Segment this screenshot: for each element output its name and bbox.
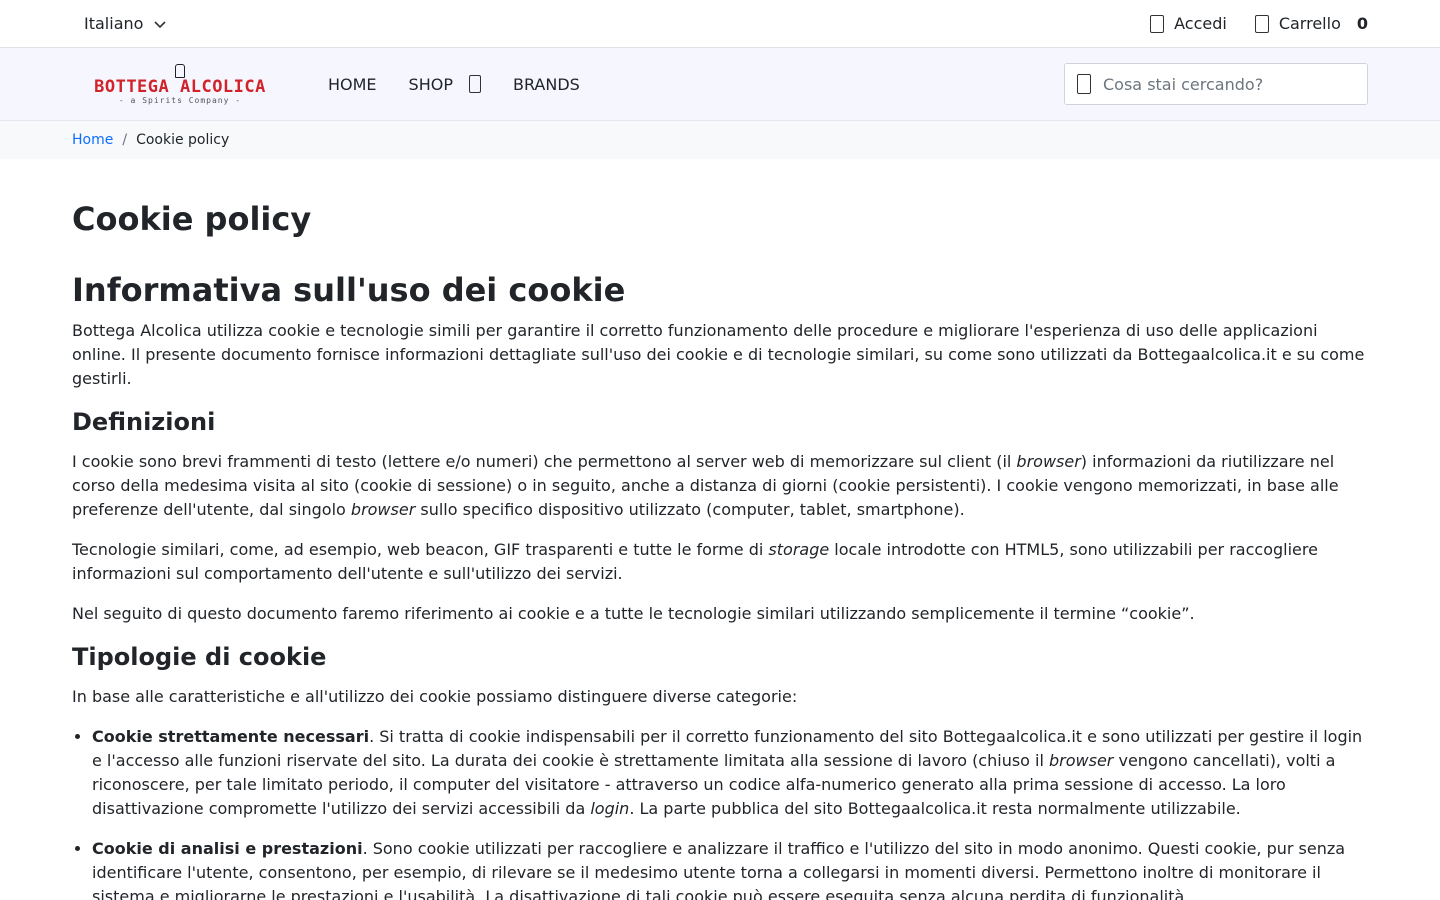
list-item: Cookie di analisi e prestazioni. Sono co… bbox=[92, 837, 1368, 900]
nav-brands[interactable]: BRANDS bbox=[513, 75, 580, 94]
em-text: browser bbox=[1049, 751, 1114, 770]
brand-logo[interactable]: BOTTEGA ALCOLICA - a Spirits Company - bbox=[72, 59, 288, 109]
search-box bbox=[1064, 63, 1368, 105]
nav-home[interactable]: HOME bbox=[328, 75, 377, 94]
login-label: Accedi bbox=[1174, 14, 1227, 33]
login-link[interactable]: Accedi bbox=[1150, 14, 1227, 33]
cookie-types-heading: Tipologie di cookie bbox=[72, 643, 327, 671]
text-run: Tecnologie similari, come, ad esempio, w… bbox=[72, 540, 769, 559]
nav-shop[interactable]: SHOP bbox=[409, 75, 481, 94]
breadcrumb-home[interactable]: Home bbox=[72, 132, 113, 148]
list-item: Cookie strettamente necessari. Si tratta… bbox=[92, 725, 1368, 821]
nav-shop-label: SHOP bbox=[408, 74, 453, 94]
section-heading: Informativa sull'uso dei cookie bbox=[72, 271, 626, 309]
definitions-paragraph-3: Nel seguito di questo documento faremo r… bbox=[72, 604, 1195, 623]
logo-emblem bbox=[175, 63, 185, 78]
cart-label: Carrello bbox=[1278, 14, 1341, 33]
logo-tagline: - a Spirits Company - bbox=[118, 95, 242, 105]
cart-link[interactable]: Carrello 0 bbox=[1254, 14, 1368, 33]
definitions-paragraph-2: Tecnologie similari, come, ad esempio, w… bbox=[72, 538, 1368, 586]
breadcrumb-separator: / bbox=[122, 132, 128, 148]
main-navbar: BOTTEGA ALCOLICA - a Spirits Company - H… bbox=[0, 48, 1440, 121]
language-label: Italiano bbox=[84, 14, 144, 33]
cookie-types-intro: In base alle caratteristiche e all'utili… bbox=[72, 687, 798, 706]
em-text: browser bbox=[1016, 452, 1081, 471]
cookie-types-list: Cookie strettamente necessari. Si tratta… bbox=[72, 725, 1368, 900]
list-item-title: Cookie di analisi e prestazioni bbox=[92, 839, 363, 858]
cart-count: 0 bbox=[1356, 14, 1368, 33]
definitions-heading: Definizioni bbox=[72, 408, 216, 436]
intro-paragraph: Bottega Alcolica utilizza cookie e tecno… bbox=[72, 321, 1365, 388]
text-run: sullo specifico dispositivo utilizzato (… bbox=[415, 500, 965, 519]
bottle-figure-icon bbox=[175, 63, 185, 78]
breadcrumb: Home / Cookie policy bbox=[0, 121, 1440, 159]
em-text: storage bbox=[768, 540, 830, 559]
chevron-down-icon bbox=[154, 20, 166, 28]
top-bar: Italiano Accedi Carrello 0 bbox=[0, 0, 1440, 48]
logo-wordmark: BOTTEGA ALCOLICA bbox=[94, 76, 266, 97]
account-links: Accedi Carrello 0 bbox=[1150, 14, 1368, 33]
list-item-title: Cookie strettamente necessari bbox=[92, 727, 370, 746]
definitions-paragraph-1: I cookie sono brevi frammenti di testo (… bbox=[72, 450, 1368, 522]
user-icon bbox=[1150, 14, 1165, 33]
page-title: Cookie policy bbox=[72, 200, 312, 238]
cart-icon bbox=[1254, 14, 1269, 33]
text-run: I cookie sono brevi frammenti di testo (… bbox=[72, 452, 1017, 471]
text-run: . La parte pubblica del sito Bottegaalco… bbox=[629, 799, 1241, 818]
breadcrumb-current: Cookie policy bbox=[136, 132, 230, 148]
language-selector[interactable]: Italiano bbox=[84, 14, 167, 33]
em-text: browser bbox=[350, 500, 416, 519]
primary-nav: HOME SHOP BRANDS bbox=[328, 75, 580, 94]
search-icon[interactable] bbox=[1077, 74, 1091, 94]
dropdown-icon bbox=[468, 75, 481, 93]
page-content: Cookie policy Informativa sull'uso dei c… bbox=[0, 201, 1440, 900]
em-text: login bbox=[590, 799, 630, 818]
search-input[interactable] bbox=[1103, 74, 1343, 94]
